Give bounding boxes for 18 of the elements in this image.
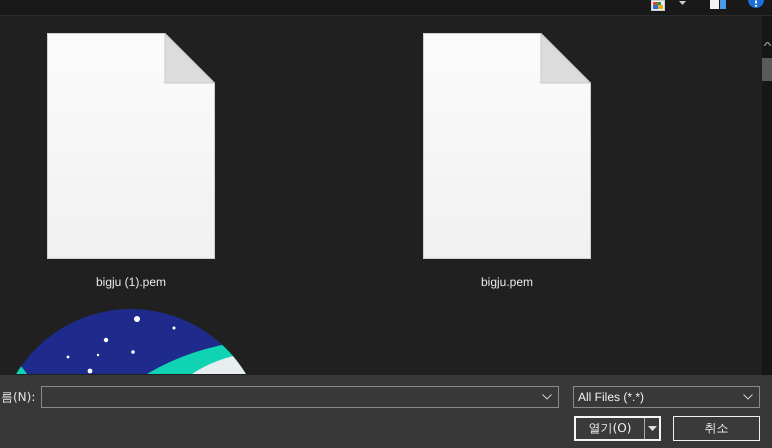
- file-type-dropdown[interactable]: All Files (*.*): [573, 386, 760, 408]
- caret-icon: [648, 426, 656, 431]
- file-name-label: 름(N):: [0, 388, 36, 406]
- file-name[interactable]: bigju.pem: [480, 275, 534, 289]
- scroll-thumb[interactable]: [762, 58, 772, 81]
- thumbnail-view-icon[interactable]: [651, 0, 665, 11]
- file-name-field[interactable]: [41, 386, 559, 408]
- preview-pane-icon[interactable]: [710, 0, 726, 9]
- document-icon[interactable]: [47, 33, 215, 259]
- scroll-bar[interactable]: [762, 16, 772, 375]
- document-icon[interactable]: [423, 33, 591, 259]
- help-icon[interactable]: [748, 0, 764, 8]
- caret-icon[interactable]: [679, 1, 686, 6]
- scroll-up-icon[interactable]: [764, 42, 770, 46]
- chevron-down-icon[interactable]: [743, 394, 753, 400]
- chevron-down-icon[interactable]: [542, 394, 552, 400]
- cancel-button[interactable]: 취소: [673, 416, 760, 441]
- file-name[interactable]: bigju (1).pem: [96, 275, 166, 289]
